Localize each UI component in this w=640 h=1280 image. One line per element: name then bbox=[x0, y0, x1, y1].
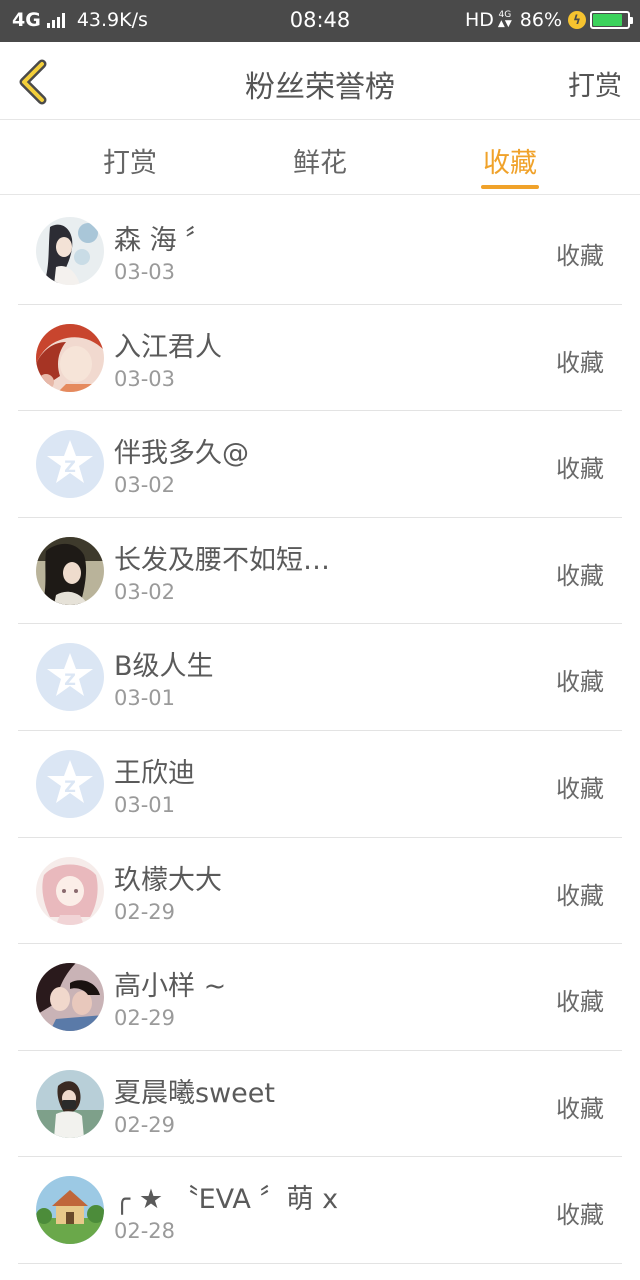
title-bar: 粉丝荣誉榜 打赏 bbox=[0, 42, 640, 120]
page-title: 粉丝荣誉榜 bbox=[245, 70, 395, 105]
fan-date: 02-28 bbox=[114, 1219, 176, 1244]
fan-action: 收藏 bbox=[556, 1201, 604, 1230]
fan-action: 收藏 bbox=[556, 988, 604, 1017]
list-item[interactable]: Z B级人生 03-01 收藏 bbox=[18, 624, 622, 731]
fan-name: 王欣迪 bbox=[114, 757, 195, 789]
battery-percent: 86% bbox=[519, 9, 562, 31]
list-item[interactable]: 玖檬大大 02-29 收藏 bbox=[18, 838, 622, 945]
list-item[interactable]: 高小样 ~ 02-29 收藏 bbox=[18, 944, 622, 1051]
default-qq-avatar: Z bbox=[36, 430, 104, 499]
anime-girl-avatar bbox=[36, 217, 104, 285]
anime-boy-avatar bbox=[36, 323, 104, 392]
fan-date: 02-29 bbox=[114, 1006, 176, 1031]
list-item[interactable]: 入江君人 03-03 收藏 bbox=[18, 305, 622, 412]
fan-date: 03-01 bbox=[114, 792, 176, 817]
fan-name: 入江君人 bbox=[114, 331, 222, 363]
svg-text:Z: Z bbox=[64, 777, 76, 796]
fan-action: 收藏 bbox=[556, 668, 604, 697]
list-item[interactable]: 长发及腰不如短… 03-02 收藏 bbox=[18, 518, 622, 625]
pink-anime-avatar bbox=[36, 856, 104, 925]
fan-date: 03-03 bbox=[114, 260, 176, 284]
status-bar: 4G 43.9K/s 08:48 HD 4G ▲▼ 86% ϟ bbox=[0, 0, 640, 42]
fan-action: 收藏 bbox=[556, 1094, 604, 1123]
list-item[interactable]: 森 海 〞 03-03 收藏 bbox=[18, 198, 622, 305]
list-item[interactable]: ╭ ★ 〝EVA 〞萌 x 02-28 收藏 bbox=[18, 1157, 622, 1264]
tab-reward[interactable]: 打赏 bbox=[70, 141, 190, 180]
landscape-house-avatar bbox=[36, 1176, 104, 1245]
tab-bar: 打赏 鲜花 收藏 bbox=[0, 121, 640, 195]
fan-name: 高小样 ~ bbox=[114, 971, 227, 1003]
fan-action: 收藏 bbox=[556, 242, 604, 270]
fan-action: 收藏 bbox=[556, 774, 604, 803]
tab-favorites[interactable]: 收藏 bbox=[450, 141, 570, 180]
active-tab-indicator bbox=[481, 185, 539, 189]
fan-name: 伴我多久@ bbox=[114, 438, 249, 470]
fan-action: 收藏 bbox=[556, 561, 604, 590]
fan-action: 收藏 bbox=[556, 455, 604, 484]
photo-couple-avatar bbox=[36, 963, 104, 1032]
fan-name: 长发及腰不如短… bbox=[114, 544, 330, 576]
fan-action: 收藏 bbox=[556, 348, 604, 377]
fan-name: ╭ ★ 〝EVA 〞萌 x bbox=[114, 1184, 339, 1216]
fan-date: 03-01 bbox=[114, 686, 176, 711]
fan-date: 02-29 bbox=[114, 899, 176, 924]
reward-button[interactable]: 打赏 bbox=[568, 64, 622, 103]
battery-icon bbox=[590, 11, 633, 29]
tab-flowers[interactable]: 鲜花 bbox=[260, 141, 380, 180]
default-qq-avatar: Z bbox=[36, 643, 104, 712]
charging-icon: ϟ bbox=[568, 11, 586, 29]
default-qq-avatar: Z bbox=[36, 749, 104, 818]
list-item[interactable]: Z 王欣迪 03-01 收藏 bbox=[18, 731, 622, 838]
fan-date: 02-29 bbox=[114, 1112, 176, 1137]
data-indicator: 4G ▲▼ bbox=[497, 10, 512, 29]
fan-date: 03-02 bbox=[114, 579, 176, 604]
photo-camera-girl-avatar bbox=[36, 1069, 104, 1138]
list-item[interactable]: Z 伴我多久@ 03-02 收藏 bbox=[18, 411, 622, 518]
svg-text:Z: Z bbox=[64, 670, 76, 689]
fan-name: 森 海 〞 bbox=[114, 225, 213, 256]
fan-date: 03-03 bbox=[114, 366, 176, 391]
fan-name: 玖檬大大 bbox=[114, 864, 222, 896]
svg-text:Z: Z bbox=[64, 457, 76, 476]
fan-list: 森 海 〞 03-03 收藏 入江君人 03-03 收藏 Z 伴我多久@ 03-… bbox=[18, 198, 622, 1264]
fan-date: 03-02 bbox=[114, 473, 176, 498]
list-item[interactable]: 夏晨曦sweet 02-29 收藏 bbox=[18, 1051, 622, 1158]
hd-indicator: HD bbox=[465, 9, 494, 31]
fan-action: 收藏 bbox=[556, 881, 604, 910]
photo-girl-avatar bbox=[36, 536, 104, 605]
fan-name: 夏晨曦sweet bbox=[114, 1077, 275, 1109]
fan-name: B级人生 bbox=[114, 651, 214, 683]
